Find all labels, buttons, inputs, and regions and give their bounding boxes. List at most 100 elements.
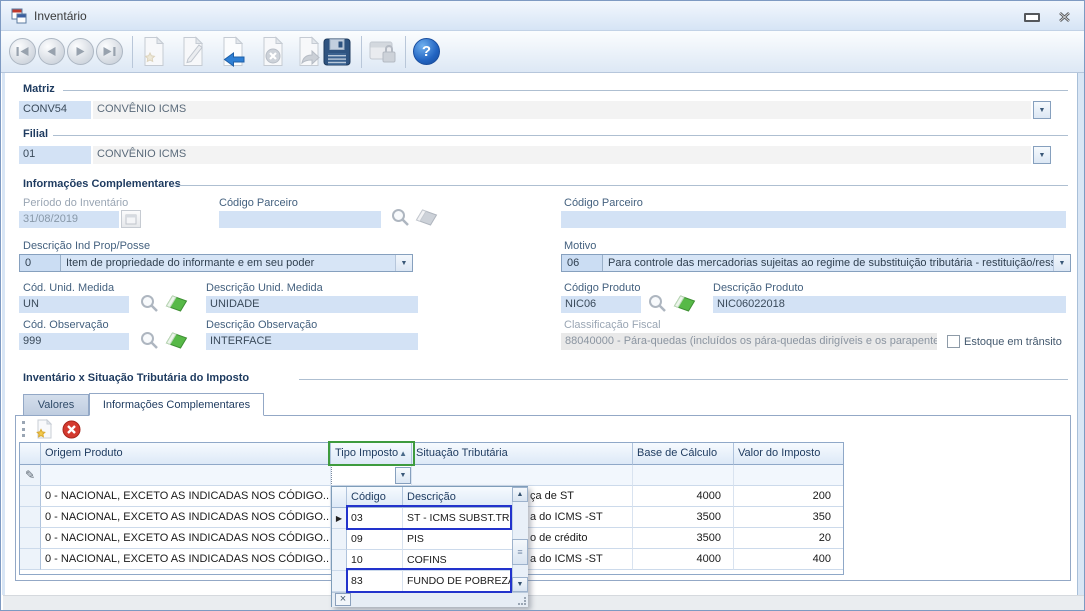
valor-cell[interactable]: 200: [734, 486, 843, 507]
obs-clear-button[interactable]: [164, 332, 189, 354]
return-arrow-icon: [220, 36, 246, 67]
matriz-description-field[interactable]: CONVÊNIO ICMS: [93, 101, 1031, 119]
save-button[interactable]: [321, 37, 353, 72]
desc-unid-field[interactable]: UNIDADE: [206, 296, 418, 313]
column-header-origem[interactable]: Origem Produto: [41, 443, 331, 465]
grid-section-line: [299, 379, 1068, 380]
unid-search-button[interactable]: [139, 293, 160, 319]
cod-obs-field[interactable]: 999: [19, 333, 129, 350]
edit-cell-valor[interactable]: [734, 465, 843, 486]
parceiro-clear-button[interactable]: [414, 209, 439, 231]
row-header[interactable]: [20, 486, 41, 507]
help-icon: ?: [422, 43, 431, 60]
scrollbar-thumb[interactable]: ≡: [512, 539, 528, 565]
column-header-situacao[interactable]: Situação Tributária: [412, 443, 633, 465]
dropdown-footer: [332, 592, 528, 607]
matriz-dropdown-button[interactable]: ▼: [1033, 101, 1051, 119]
nav-previous-button[interactable]: [38, 38, 65, 65]
cod-prod-field[interactable]: NIC06: [561, 296, 641, 313]
nav-last-icon: [103, 47, 116, 56]
desc-prod-field[interactable]: NIC06022018: [713, 296, 1066, 313]
help-button[interactable]: ?: [413, 38, 440, 65]
return-button[interactable]: [220, 36, 246, 67]
nav-first-button[interactable]: [9, 38, 36, 65]
valor-cell[interactable]: 400: [734, 549, 843, 570]
form-icon: [11, 8, 27, 29]
cod-parceiro2-field[interactable]: [561, 211, 1066, 228]
produto-clear-button[interactable]: [672, 295, 697, 317]
row-header[interactable]: [20, 549, 41, 570]
valor-cell[interactable]: 350: [734, 507, 843, 528]
origem-cell[interactable]: 0 - NACIONAL, EXCETO AS INDICADAS NOS CÓ…: [41, 549, 331, 570]
scroll-down-icon: ▼: [517, 581, 524, 588]
scroll-up-icon: ▲: [517, 491, 524, 498]
dropdown-descricao-cell[interactable]: PIS: [403, 529, 512, 550]
base-cell[interactable]: 4000: [633, 549, 734, 570]
grid-add-row-button[interactable]: [34, 419, 54, 444]
dropdown-codigo-cell[interactable]: 09: [347, 529, 403, 550]
chevron-down-icon: ▼: [1039, 107, 1046, 114]
valor-cell[interactable]: 20: [734, 528, 843, 549]
estoque-checkbox[interactable]: [947, 335, 960, 348]
nav-last-button[interactable]: [96, 38, 123, 65]
obs-search-button[interactable]: [139, 330, 160, 356]
annotation-row-03-highlight: [346, 505, 512, 530]
edit-cell-base[interactable]: [633, 465, 734, 486]
filial-description-field[interactable]: CONVÊNIO ICMS: [93, 146, 1031, 164]
periodo-field[interactable]: 31/08/2019: [19, 211, 119, 228]
nav-next-button[interactable]: [67, 38, 94, 65]
desc-ind-combo[interactable]: 0 Item de propriedade do informante e em…: [19, 254, 413, 272]
resize-grip[interactable]: [518, 597, 526, 605]
scroll-down-button[interactable]: ▼: [512, 577, 528, 592]
tab-informacoes-complementares[interactable]: Informações Complementares: [89, 393, 264, 416]
base-cell[interactable]: 3500: [633, 507, 734, 528]
close-button[interactable]: [1053, 8, 1075, 26]
row-header[interactable]: [20, 528, 41, 549]
grid-corner-header: [20, 443, 41, 465]
motivo-combo[interactable]: 06 Para controle das mercadorias sujeita…: [561, 254, 1071, 272]
cancel-button[interactable]: [260, 36, 286, 67]
base-cell[interactable]: 4000: [633, 486, 734, 507]
calendar-button[interactable]: [121, 210, 141, 228]
motivo-label: Motivo: [564, 240, 596, 252]
base-cell[interactable]: 3500: [633, 528, 734, 549]
filial-dropdown-button[interactable]: ▼: [1033, 146, 1051, 164]
calendar-icon: [125, 213, 137, 225]
redo-button[interactable]: [296, 36, 322, 67]
desc-obs-field[interactable]: INTERFACE: [206, 333, 418, 350]
lock-button[interactable]: [369, 39, 399, 70]
column-header-valor-imposto[interactable]: Valor do Imposto: [734, 443, 843, 465]
unid-clear-button[interactable]: [164, 295, 189, 317]
new-record-button[interactable]: [141, 36, 167, 67]
filial-code-field[interactable]: 01: [19, 146, 91, 164]
column-header-base-calculo[interactable]: Base de Cálculo: [633, 443, 734, 465]
scroll-up-button[interactable]: ▲: [512, 487, 528, 502]
dropdown-row-indicator-cell: ▶: [332, 508, 347, 529]
origem-cell[interactable]: 0 - NACIONAL, EXCETO AS INDICADAS NOS CÓ…: [41, 486, 331, 507]
origem-cell[interactable]: 0 - NACIONAL, EXCETO AS INDICADAS NOS CÓ…: [41, 507, 331, 528]
tab-valores[interactable]: Valores: [23, 394, 89, 415]
edit-cell-situacao[interactable]: [412, 465, 633, 486]
matriz-code-field[interactable]: CONV54: [19, 101, 91, 119]
origem-cell[interactable]: 0 - NACIONAL, EXCETO AS INDICADAS NOS CÓ…: [41, 528, 331, 549]
search-icon: [139, 330, 160, 351]
produto-search-button[interactable]: [647, 293, 668, 319]
tipo-imposto-dropdown-button[interactable]: ▼: [395, 467, 411, 484]
toolbar-grip: [22, 421, 25, 437]
right-edge: [1077, 73, 1085, 595]
minimize-button[interactable]: [1019, 9, 1045, 25]
dropdown-close-button[interactable]: ×: [335, 593, 351, 606]
chevron-down-icon: ▼: [1039, 152, 1046, 159]
cod-unid-field[interactable]: UN: [19, 296, 129, 313]
edit-cell-origem[interactable]: [41, 465, 331, 486]
parceiro-search-button[interactable]: [390, 207, 411, 233]
left-edge: [2, 73, 5, 595]
cod-prod-label: Código Produto: [564, 282, 640, 294]
grid-delete-row-button[interactable]: [62, 420, 81, 444]
cod-parceiro1-field[interactable]: [219, 211, 381, 228]
chevron-down-icon[interactable]: ▼: [1053, 255, 1070, 271]
edit-pencil-icon: ✎: [25, 468, 35, 482]
row-header[interactable]: [20, 507, 41, 528]
chevron-down-icon[interactable]: ▼: [395, 255, 412, 271]
edit-record-button[interactable]: [180, 36, 206, 67]
